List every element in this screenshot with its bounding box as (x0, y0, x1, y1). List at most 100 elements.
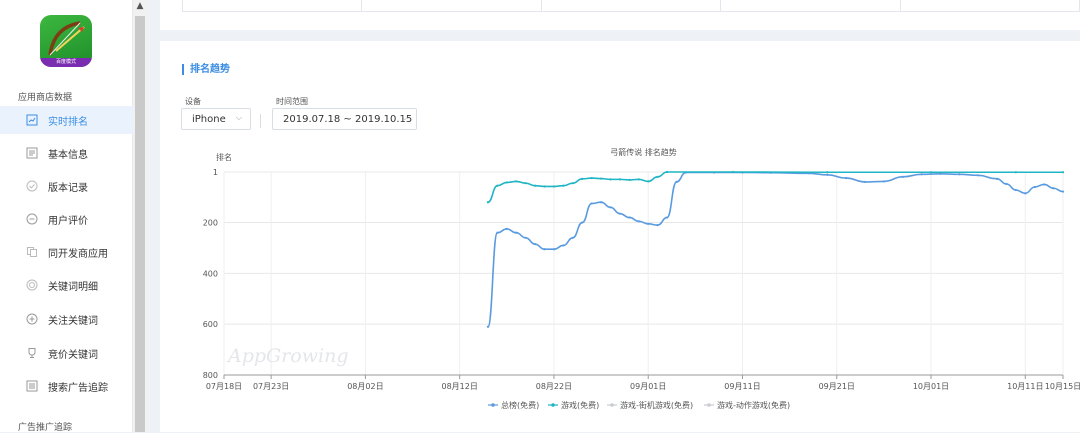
x-tick-label: 09月01日 (630, 382, 666, 391)
data-point (628, 216, 631, 219)
sidebar-item-keyword-details[interactable]: 关键词明细 (0, 271, 133, 299)
legend-label: 总榜(免费) (501, 400, 539, 410)
y-tick-label: 200 (203, 219, 218, 228)
data-point (581, 177, 584, 180)
data-point (599, 201, 603, 204)
x-tick-label: 08月12日 (441, 382, 477, 391)
data-point (1061, 171, 1065, 174)
sidebar-item-followed-keywords[interactable]: 关注关键词 (0, 305, 133, 333)
data-point (977, 174, 980, 177)
data-point (628, 178, 631, 181)
x-tick-label: 07月18日 (206, 382, 242, 391)
series-line (487, 171, 1064, 328)
watermark: AppGrowing (226, 345, 349, 367)
sidebar-item-label: 竞价关键词 (48, 349, 98, 361)
data-point (552, 248, 556, 251)
data-point (505, 227, 508, 231)
legend-swatch-dot (707, 403, 711, 407)
y-tick-label: 800 (203, 371, 218, 380)
sidebar-item-search-ad-tracking[interactable]: 搜索广告追踪 (0, 372, 133, 400)
top-table-cell (183, 0, 361, 11)
x-tick-label: 07月23日 (253, 382, 289, 391)
data-point (543, 248, 546, 251)
data-point (647, 222, 650, 225)
sidebar-item-version-history[interactable]: 版本记录 (0, 172, 133, 200)
copy-icon (25, 246, 38, 259)
legend-swatch-dot (610, 403, 614, 407)
top-table-cell (899, 0, 1079, 11)
x-tick-label: 08月22日 (536, 382, 572, 391)
data-point (524, 182, 527, 185)
top-table (182, 0, 1080, 12)
scrollbar-thumb[interactable] (135, 16, 145, 432)
data-point (533, 184, 537, 187)
sidebar-section-store-data: 应用商店数据 (18, 93, 73, 103)
data-point (920, 173, 923, 176)
data-point (590, 202, 593, 205)
x-tick-label: 09月11日 (724, 382, 760, 391)
data-point (599, 177, 603, 180)
data-point (515, 231, 518, 234)
data-point (1005, 182, 1008, 186)
data-point (1061, 190, 1065, 193)
x-tick-label: 10月01日 (913, 382, 949, 391)
data-point (505, 181, 508, 184)
sidebar: 百度模式 应用商店数据 实时排名 基本信息 版本记录 用户评价 同开发商应用 关… (0, 0, 133, 433)
y-tick-label: 400 (203, 269, 218, 278)
x-tick-label: 09月21日 (819, 382, 855, 391)
app-icon[interactable]: 百度模式 (40, 15, 92, 67)
plus-circle-icon (25, 313, 38, 326)
data-point (496, 231, 499, 234)
sidebar-item-label: 用户评价 (48, 215, 88, 227)
data-point (929, 171, 933, 174)
y-axis-label: 排名 (216, 152, 232, 162)
data-point (826, 171, 829, 174)
list-icon (25, 380, 38, 393)
x-tick-label: 08月02日 (347, 382, 383, 391)
data-point (571, 236, 574, 239)
series-line (487, 171, 1063, 204)
sidebar-item-label: 同开发商应用 (48, 248, 108, 260)
sidebar-scrollbar[interactable]: ▲ (133, 0, 147, 432)
data-point (581, 221, 584, 224)
sidebar-item-realtime-rank[interactable]: 实时排名 (0, 106, 133, 134)
data-point (618, 178, 622, 181)
sidebar-item-basic-info[interactable]: 基本信息 (0, 139, 133, 167)
sidebar-item-label: 实时排名 (48, 116, 88, 128)
sidebar-item-bid-keywords[interactable]: 竞价关键词 (0, 339, 133, 367)
data-point (637, 220, 640, 223)
data-point (675, 180, 678, 184)
legend-label: 游戏(免费) (561, 400, 599, 410)
data-point (637, 178, 640, 181)
rank-trend-chart: 弓箭传说 排名趋势排名 1 200 400 600 800 07月18日 07月23日 08月0… (203, 147, 1080, 410)
data-point (571, 182, 574, 185)
data-point (1014, 171, 1017, 174)
top-table-cell (540, 0, 720, 11)
data-point (958, 173, 961, 176)
sidebar-item-user-reviews[interactable]: 用户评价 (0, 205, 133, 233)
legend-label: 游戏-动作游戏(免费) (717, 400, 790, 410)
sidebar-item-label: 关注关键词 (48, 315, 98, 327)
top-table-cell (720, 0, 899, 11)
comment-circle-icon (25, 213, 38, 226)
data-point (647, 180, 650, 183)
target-icon (25, 279, 38, 292)
legend-label: 游戏-街机游戏(免费) (620, 400, 693, 410)
document-icon (25, 147, 38, 160)
scroll-up-icon[interactable]: ▲ (135, 0, 145, 12)
top-card (160, 0, 1080, 30)
data-point (845, 176, 848, 180)
data-point (515, 180, 518, 183)
data-point (665, 170, 669, 174)
data-point (995, 177, 999, 180)
rank-trend-card: 排名趋势 设备 iPhone ⌵ 时间范围 2019.07.18 ~ 2019.… (160, 41, 1080, 432)
sidebar-item-same-developer[interactable]: 同开发商应用 (0, 238, 133, 266)
x-tick-label: 10月15日 (1045, 382, 1080, 391)
data-point (552, 185, 556, 188)
data-point (609, 178, 612, 181)
data-point (590, 176, 593, 180)
chart-title: 弓箭传说 排名趋势 (610, 147, 677, 157)
data-point (1052, 187, 1055, 190)
sidebar-item-label: 关键词明细 (48, 281, 98, 293)
main-content: 排名趋势 设备 iPhone ⌵ 时间范围 2019.07.18 ~ 2019.… (160, 0, 1080, 432)
